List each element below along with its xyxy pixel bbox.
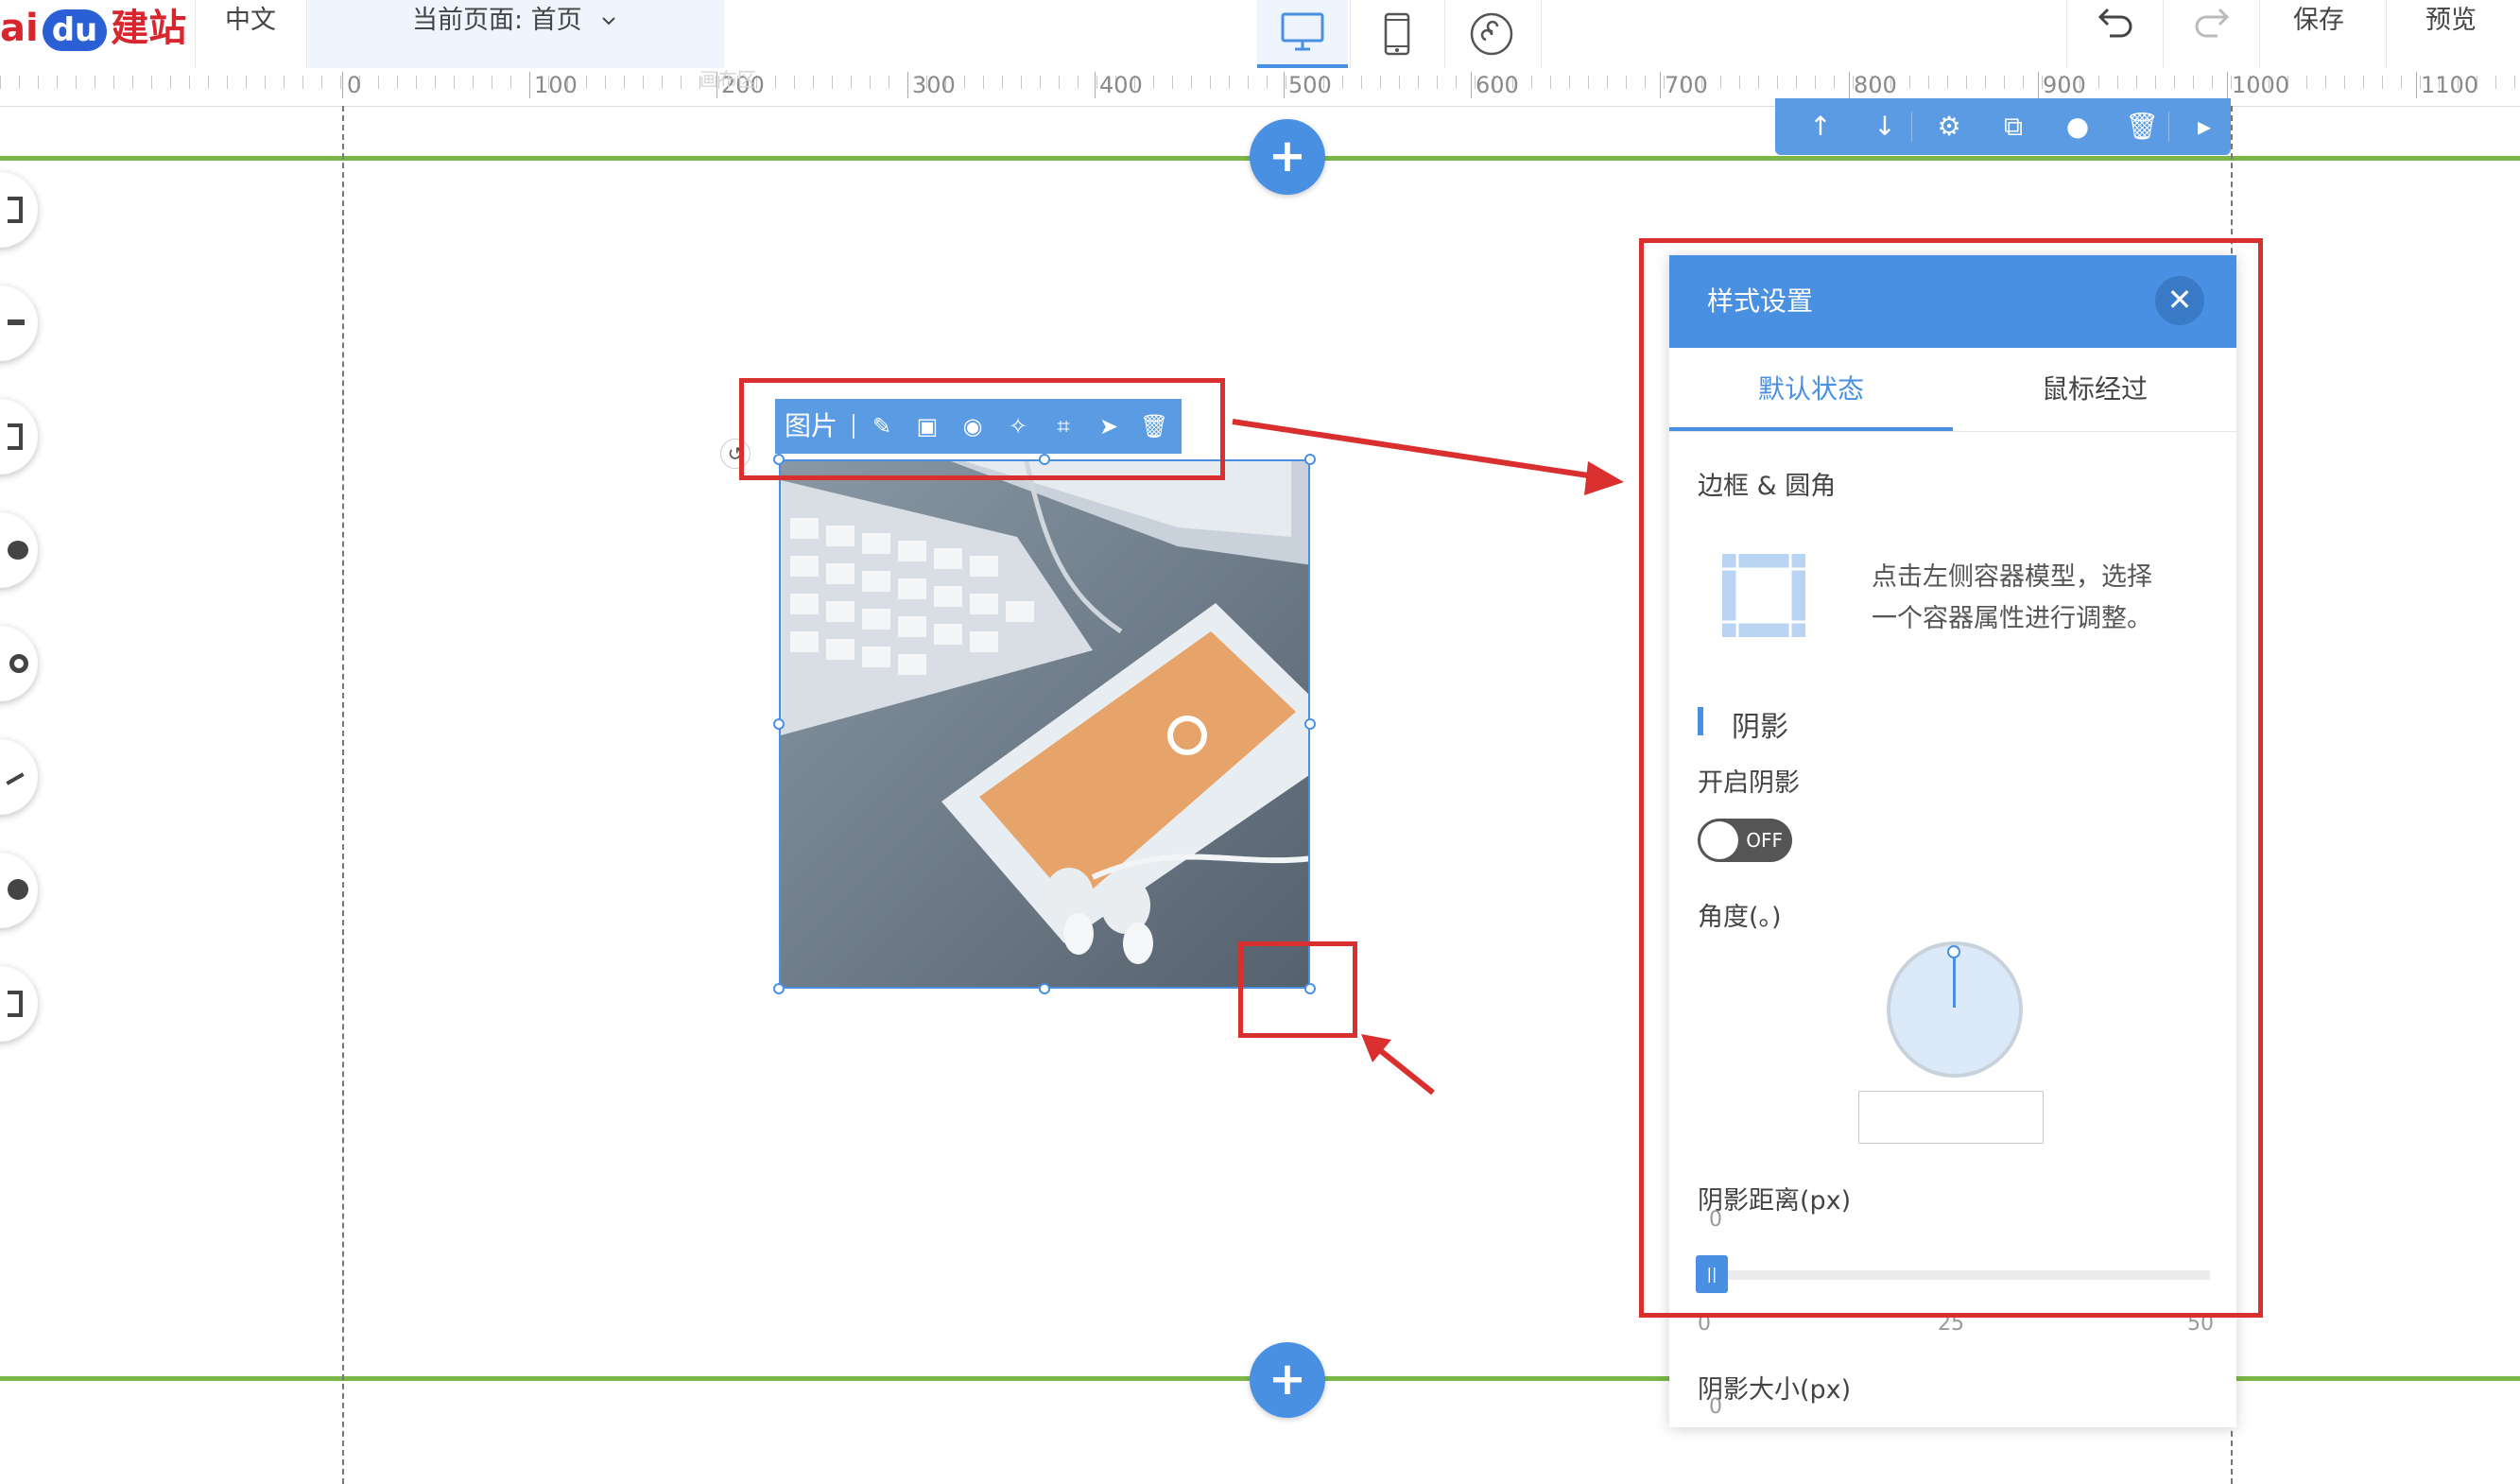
arrow-to-handle [1361, 1034, 1435, 1096]
annotation-arrows [1232, 419, 1624, 1096]
arrow-to-panel [1232, 419, 1624, 495]
